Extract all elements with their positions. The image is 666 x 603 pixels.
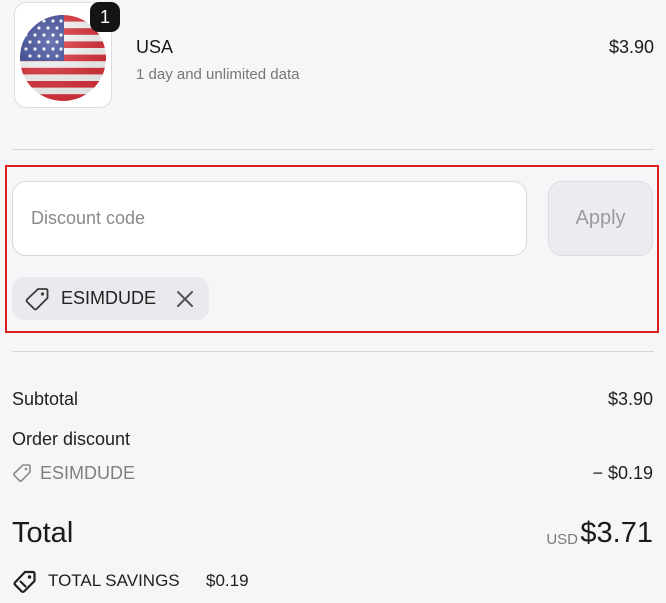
total-savings-label: TOTAL SAVINGS: [48, 571, 180, 590]
applied-discount-chip: ESIMDUDE: [12, 277, 209, 320]
line-item: 1 USA 1 day and unlimited data $3.90: [12, 0, 654, 118]
total-label: Total: [12, 517, 74, 549]
divider: [12, 351, 654, 352]
divider: [12, 149, 654, 150]
order-summary: 1 USA 1 day and unlimited data $3.90 App…: [0, 0, 666, 603]
subtotal-value: $3.90: [607, 389, 653, 409]
currency-code: USD: [546, 531, 578, 548]
product-price: $3.90: [608, 37, 654, 57]
discount-value: − $0.19: [592, 463, 653, 483]
savings-tag-icon: [13, 570, 36, 594]
remove-discount-icon[interactable]: [175, 289, 195, 309]
total-amount: $3.71: [580, 517, 653, 549]
discount-code-input[interactable]: [12, 181, 527, 256]
subtotal-label: Subtotal: [12, 389, 79, 409]
tag-icon: [13, 464, 31, 482]
tag-icon: [25, 288, 49, 311]
discount-code-label: ESIMDUDE: [40, 463, 136, 483]
total-savings-value: $0.19: [206, 571, 249, 590]
applied-code-label: ESIMDUDE: [61, 288, 157, 308]
product-name: USA: [136, 37, 174, 57]
apply-button[interactable]: Apply: [548, 181, 653, 256]
product-description: 1 day and unlimited data: [136, 66, 300, 83]
order-discount-label: Order discount: [12, 429, 131, 449]
quantity-badge: 1: [90, 2, 120, 32]
